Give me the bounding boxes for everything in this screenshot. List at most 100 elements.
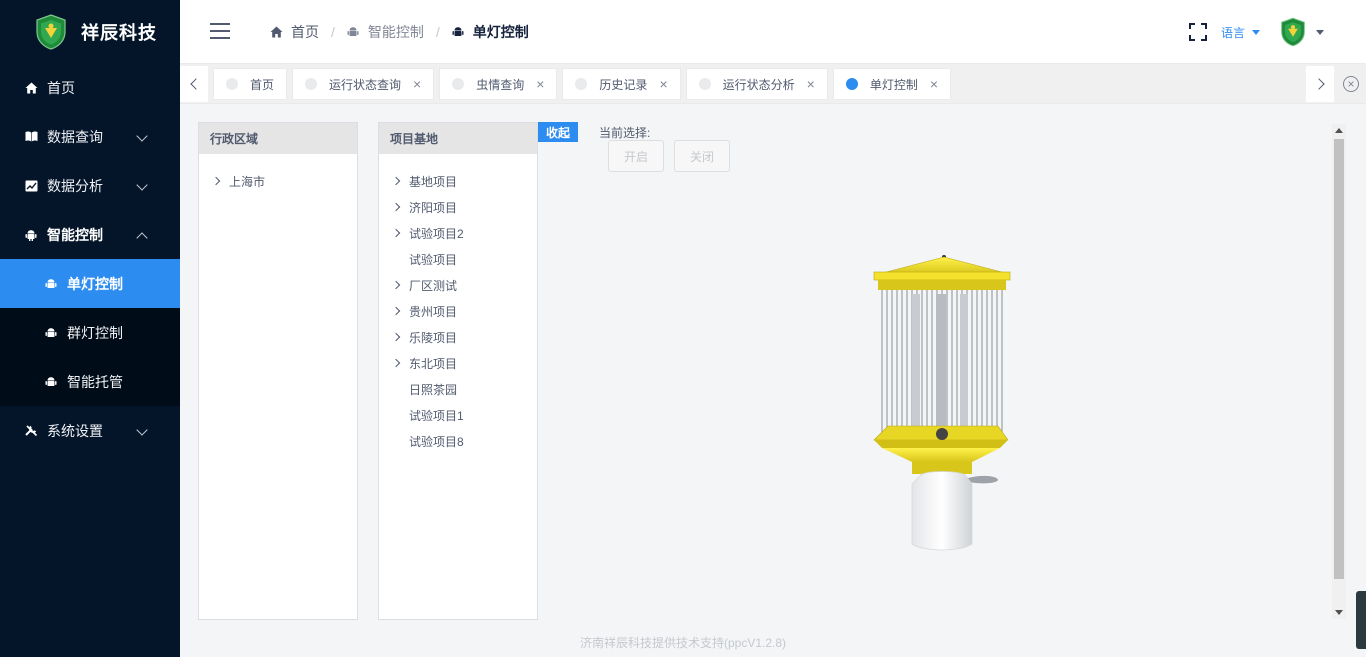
tab-single-lamp-control[interactable]: 单灯控制 × bbox=[832, 68, 952, 100]
chevron-right-icon[interactable] bbox=[211, 176, 221, 186]
tree-node[interactable]: 试验项目 bbox=[379, 246, 537, 272]
language-dropdown[interactable]: 语言 bbox=[1221, 24, 1260, 41]
chevron-down-icon bbox=[136, 129, 148, 142]
close-button[interactable]: 关闭 bbox=[674, 140, 730, 172]
chevron-right-icon[interactable] bbox=[391, 176, 401, 186]
scroll-down-icon[interactable] bbox=[1335, 610, 1343, 615]
tab-run-status-analysis[interactable]: 运行状态分析 × bbox=[685, 68, 828, 100]
chevron-right-icon[interactable] bbox=[391, 228, 401, 238]
sidebar-item-data-query[interactable]: 数据查询 bbox=[0, 112, 180, 161]
breadcrumb-label: 单灯控制 bbox=[472, 24, 529, 40]
tree-node[interactable]: 贵州项目 bbox=[379, 298, 537, 324]
chevron-right-icon[interactable] bbox=[391, 280, 401, 290]
tabs-scroll-right-button[interactable] bbox=[1306, 66, 1334, 102]
tree-node[interactable]: 基地项目 bbox=[379, 168, 537, 194]
sidebar-item-smart-hosting[interactable]: 智能托管 bbox=[0, 357, 180, 406]
side-widget-handle[interactable] bbox=[1356, 591, 1366, 649]
caret-down-icon[interactable] bbox=[1316, 29, 1324, 35]
android-icon bbox=[452, 26, 465, 39]
close-icon[interactable]: × bbox=[413, 76, 421, 92]
sidebar-item-single-lamp-control[interactable]: 单灯控制 bbox=[0, 259, 180, 308]
tree-node-label: 日照茶园 bbox=[409, 382, 458, 397]
region-panel: 行政区域 上海市 bbox=[198, 122, 358, 620]
chevron-right-icon[interactable] bbox=[391, 306, 401, 316]
tree-node[interactable]: 试验项目1 bbox=[379, 402, 537, 428]
region-tree: 上海市 bbox=[199, 154, 357, 194]
sidebar-item-system-settings[interactable]: 系统设置 bbox=[0, 406, 180, 455]
fullscreen-icon[interactable] bbox=[1188, 23, 1207, 41]
close-all-tabs-icon[interactable]: × bbox=[1343, 76, 1359, 92]
close-icon[interactable]: × bbox=[807, 76, 815, 92]
avatar[interactable] bbox=[1280, 17, 1306, 47]
content-scrollbar[interactable] bbox=[1332, 124, 1346, 619]
tabs-scroll-left-button[interactable] bbox=[180, 66, 208, 102]
tab-pest-query[interactable]: 虫情查询 × bbox=[439, 68, 558, 100]
region-panel-title: 行政区域 bbox=[199, 123, 357, 154]
sidebar-item-smart-control[interactable]: 智能控制 bbox=[0, 210, 180, 259]
sidebar-item-label: 首页 bbox=[47, 79, 75, 96]
tree-node-label: 东北项目 bbox=[409, 356, 458, 371]
project-panel-title: 项目基地 bbox=[379, 123, 537, 154]
chevron-down-icon bbox=[136, 178, 148, 191]
collapse-button[interactable]: 收起 bbox=[538, 122, 578, 142]
close-icon[interactable]: × bbox=[659, 76, 667, 92]
breadcrumb-label: 首页 bbox=[291, 24, 319, 40]
tree-node-label: 乐陵项目 bbox=[409, 330, 458, 345]
tree-node-label: 试验项目1 bbox=[409, 408, 464, 423]
tab-label: 运行状态查询 bbox=[329, 77, 402, 92]
tab-history[interactable]: 历史记录 × bbox=[562, 68, 681, 100]
tree-node[interactable]: 济阳项目 bbox=[379, 194, 537, 220]
tab-list: 首页 运行状态查询 × 虫情查询 × 历史记录 × 运行状态分析 × 单灯控制 … bbox=[213, 68, 956, 100]
current-selection-label: 当前选择: bbox=[599, 126, 651, 140]
breadcrumb-label: 智能控制 bbox=[367, 24, 424, 40]
tree-node[interactable]: 东北项目 bbox=[379, 350, 537, 376]
project-panel: 项目基地 基地项目 济阳项目 试验项目2 试验项目 厂区测试 贵州项目 乐陵项目… bbox=[378, 122, 538, 620]
tree-node[interactable]: 日照茶园 bbox=[379, 376, 537, 402]
tabs-bar: 首页 运行状态查询 × 虫情查询 × 历史记录 × 运行状态分析 × 单灯控制 … bbox=[180, 64, 1366, 104]
tree-node[interactable]: 厂区测试 bbox=[379, 272, 537, 298]
sidebar-item-home[interactable]: 首页 bbox=[0, 63, 180, 112]
breadcrumb-smart-control[interactable]: 智能控制 bbox=[347, 22, 424, 42]
header-actions: 语言 bbox=[1188, 0, 1324, 64]
logo[interactable]: 祥辰科技 bbox=[0, 0, 180, 63]
sidebar-item-group-lamp-control[interactable]: 群灯控制 bbox=[0, 308, 180, 357]
breadcrumb-current: 单灯控制 bbox=[452, 22, 529, 42]
tree-node-label: 上海市 bbox=[229, 174, 266, 189]
tab-home[interactable]: 首页 bbox=[213, 68, 288, 100]
tree-node-label: 试验项目 bbox=[409, 252, 458, 267]
chart-icon bbox=[24, 179, 38, 193]
tab-label: 单灯控制 bbox=[869, 77, 918, 92]
chevron-down-icon bbox=[136, 423, 148, 436]
tree-node-label: 基地项目 bbox=[409, 174, 458, 189]
tab-run-status-query[interactable]: 运行状态查询 × bbox=[292, 68, 435, 100]
sidebar-item-label: 单灯控制 bbox=[67, 275, 123, 292]
tree-node-label: 济阳项目 bbox=[409, 200, 458, 215]
chevron-right-icon[interactable] bbox=[391, 358, 401, 368]
menu-toggle-icon[interactable] bbox=[210, 23, 230, 39]
chevron-right-icon[interactable] bbox=[391, 202, 401, 212]
scrollbar-thumb[interactable] bbox=[1334, 139, 1344, 579]
breadcrumb: 首页 / 智能控制 / 单灯控制 bbox=[270, 0, 529, 64]
tree-node[interactable]: 上海市 bbox=[199, 168, 357, 194]
sidebar-item-data-analysis[interactable]: 数据分析 bbox=[0, 161, 180, 210]
home-icon bbox=[24, 81, 38, 95]
tree-node[interactable]: 乐陵项目 bbox=[379, 324, 537, 350]
tools-icon bbox=[24, 424, 38, 438]
tree-node[interactable]: 试验项目2 bbox=[379, 220, 537, 246]
tree-node-label: 试验项目8 bbox=[409, 434, 464, 449]
tab-label: 首页 bbox=[250, 77, 275, 92]
breadcrumb-home[interactable]: 首页 bbox=[270, 22, 319, 42]
tree-node[interactable]: 试验项目8 bbox=[379, 428, 537, 454]
close-icon[interactable]: × bbox=[536, 76, 544, 92]
open-button[interactable]: 开启 bbox=[608, 140, 664, 172]
top-header: 首页 / 智能控制 / 单灯控制 语言 bbox=[180, 0, 1366, 64]
chevron-right-icon[interactable] bbox=[391, 332, 401, 342]
android-icon bbox=[347, 26, 360, 39]
tree-node-label: 试验项目2 bbox=[409, 226, 464, 241]
close-icon[interactable]: × bbox=[930, 76, 938, 92]
sidebar-item-label: 群灯控制 bbox=[67, 324, 123, 341]
tab-status-dot bbox=[452, 78, 465, 90]
scroll-up-icon[interactable] bbox=[1335, 128, 1343, 133]
tab-status-dot bbox=[305, 78, 318, 90]
book-icon bbox=[24, 130, 38, 144]
